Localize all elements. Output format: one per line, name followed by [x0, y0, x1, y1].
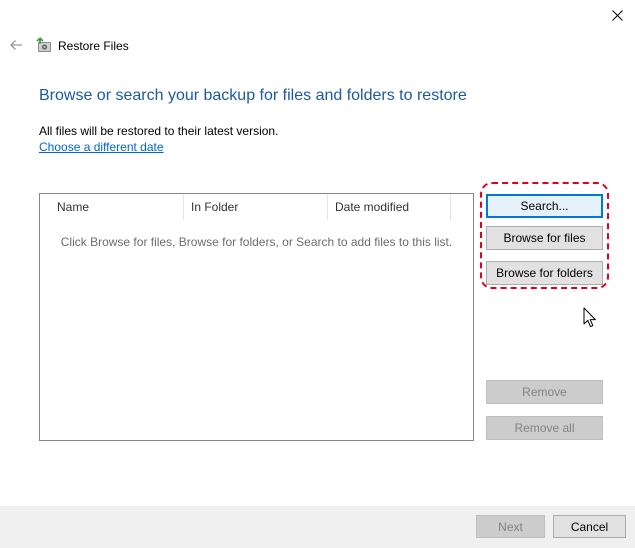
search-button[interactable]: Search...: [486, 194, 603, 218]
remove-all-button[interactable]: Remove all: [486, 416, 603, 440]
close-button[interactable]: [604, 4, 630, 26]
info-text: All files will be restored to their late…: [39, 124, 279, 138]
browse-for-folders-button[interactable]: Browse for folders: [486, 261, 603, 285]
next-button[interactable]: Next: [476, 515, 545, 538]
back-arrow-icon: [10, 40, 22, 50]
close-icon: [611, 9, 623, 21]
column-header-in-folder[interactable]: In Folder: [174, 194, 328, 220]
mouse-cursor-icon: [583, 307, 596, 328]
cancel-button[interactable]: Cancel: [553, 515, 626, 538]
column-header-date-modified[interactable]: Date modified: [318, 194, 450, 220]
page-heading: Browse or search your backup for files a…: [39, 87, 467, 104]
remove-button[interactable]: Remove: [486, 380, 603, 404]
choose-different-date-link[interactable]: Choose a different date: [39, 140, 164, 155]
back-button[interactable]: [6, 36, 26, 54]
empty-list-message: Click Browse for files, Browse for folde…: [60, 235, 453, 249]
column-divider: [450, 194, 451, 220]
window-title: Restore Files: [58, 39, 129, 53]
restore-files-icon: [36, 36, 51, 52]
column-header-name[interactable]: Name: [40, 194, 183, 220]
footer-bar: Next Cancel: [0, 506, 635, 548]
file-list[interactable]: Name In Folder Date modified Click Brows…: [39, 193, 474, 441]
browse-for-files-button[interactable]: Browse for files: [486, 226, 603, 250]
